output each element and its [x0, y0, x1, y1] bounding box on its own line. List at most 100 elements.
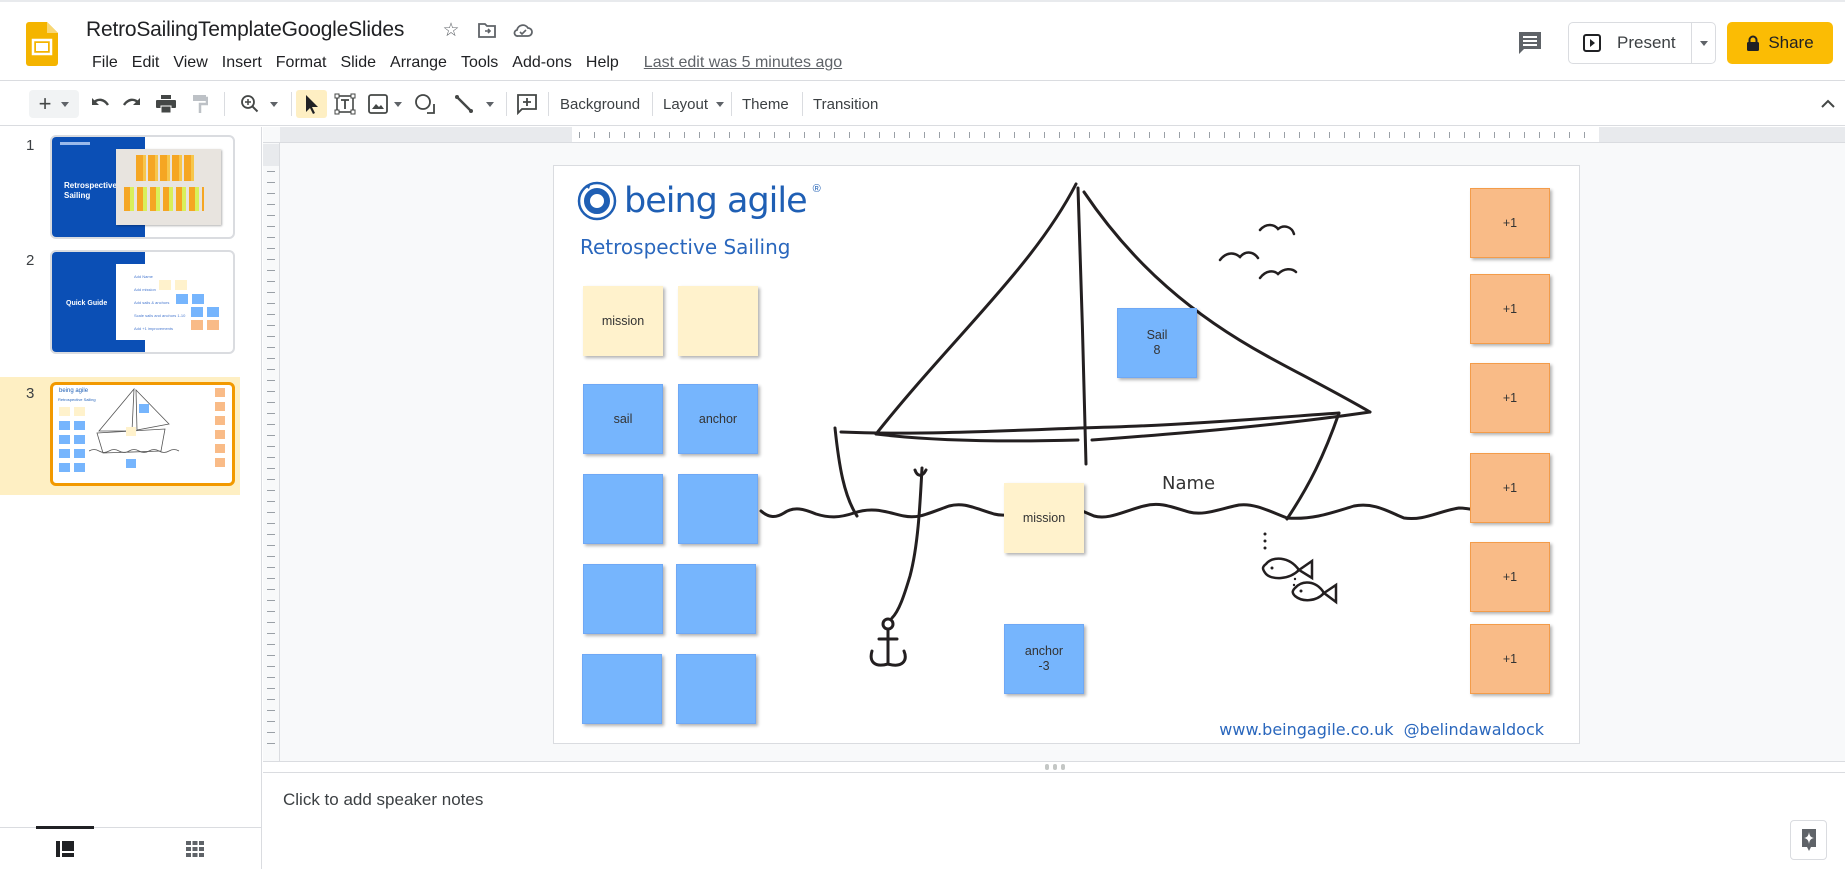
menu-arrange[interactable]: Arrange — [383, 52, 454, 74]
background-button[interactable]: Background — [556, 90, 644, 118]
chevron-down-icon — [716, 101, 725, 107]
menu-format[interactable]: Format — [269, 52, 334, 74]
fish-tail — [1296, 558, 1314, 581]
sticky-blank-yellow[interactable] — [678, 286, 758, 356]
slide-footer[interactable]: www.beingagile.co.uk @belindawaldock — [1219, 720, 1544, 739]
select-tool-button[interactable] — [296, 90, 327, 118]
cloud-saved-icon[interactable] — [512, 20, 534, 42]
sticky-blank-blue[interactable] — [582, 654, 662, 724]
sticky-anchor-template[interactable]: anchor — [678, 384, 758, 454]
present-play-icon — [1583, 34, 1601, 52]
bird — [1258, 223, 1296, 236]
sticky-plus-one[interactable]: +1 — [1470, 453, 1550, 523]
slide-filmstrip: 1 Retrospective Sailing 2 Quick Guide Ad… — [0, 127, 262, 869]
top-bar: RetroSailingTemplateGoogleSlides ☆ File … — [0, 0, 1845, 81]
boat-name-label[interactable]: Name — [1162, 473, 1215, 494]
insert-image-button[interactable] — [365, 90, 405, 118]
sticky-plus-one[interactable]: +1 — [1470, 624, 1550, 694]
star-icon[interactable]: ☆ — [440, 20, 462, 42]
sticky-mission-template[interactable]: mission — [583, 286, 663, 356]
zoom-icon — [241, 95, 259, 113]
explore-button[interactable] — [1790, 820, 1827, 860]
thumb-logo — [60, 142, 90, 145]
sticky-blank-blue[interactable] — [583, 474, 663, 544]
grid-view-tab[interactable] — [166, 828, 224, 870]
bird — [1258, 268, 1298, 280]
registered-mark: ® — [812, 183, 821, 195]
paint-format-button[interactable] — [188, 90, 212, 118]
thumb-boat-drawing — [89, 387, 180, 468]
sticky-plus-one[interactable]: +1 — [1470, 188, 1550, 258]
menu-edit[interactable]: Edit — [125, 52, 167, 74]
filmstrip-view-icon — [56, 840, 74, 857]
slide-number: 3 — [26, 385, 35, 402]
menu-add-ons[interactable]: Add-ons — [505, 52, 579, 74]
vertical-ruler[interactable] — [263, 127, 280, 761]
new-slide-button[interactable]: + — [29, 90, 79, 118]
sticky-blank-blue[interactable] — [678, 474, 758, 544]
last-edit-link[interactable]: Last edit was 5 minutes ago — [644, 52, 842, 74]
menu-view[interactable]: View — [166, 52, 214, 74]
menu-insert[interactable]: Insert — [215, 52, 269, 74]
line-button[interactable] — [450, 90, 498, 118]
google-slides-logo[interactable] — [26, 22, 58, 66]
transition-button[interactable]: Transition — [809, 90, 882, 118]
waves — [759, 500, 1496, 521]
slide-canvas[interactable]: being agile ® Retrospective Sailing miss… — [553, 165, 1580, 744]
sticky-mission-placed[interactable]: mission — [1004, 483, 1084, 553]
menu-help[interactable]: Help — [579, 52, 626, 74]
being-agile-logo: being agile ® — [576, 180, 821, 222]
slide-thumbnail-selected[interactable]: being agile Retrospective Sailing — [50, 382, 235, 486]
menu-tools[interactable]: Tools — [454, 52, 505, 74]
mast — [1076, 186, 1088, 466]
fish — [1261, 557, 1301, 580]
sticky-plus-one[interactable]: +1 — [1470, 542, 1550, 612]
menu-file[interactable]: File — [85, 52, 125, 74]
sticky-plus-one[interactable]: +1 — [1470, 274, 1550, 344]
sticky-sail-template[interactable]: sail — [583, 384, 663, 454]
share-button[interactable]: Share — [1727, 22, 1833, 64]
add-comment-button[interactable] — [514, 90, 540, 118]
filmstrip-view-tab[interactable] — [36, 826, 94, 868]
text-box-button[interactable] — [331, 90, 359, 118]
sticky-sail-8[interactable]: Sail 8 — [1117, 308, 1197, 378]
sticky-blank-blue[interactable] — [676, 564, 756, 634]
anchor-rope — [890, 466, 924, 620]
lock-icon — [1747, 35, 1760, 51]
thumb-photo — [116, 149, 221, 225]
layout-label: Layout — [663, 95, 709, 113]
sticky-blank-blue[interactable] — [583, 564, 663, 634]
slide-number: 1 — [26, 137, 35, 154]
chevron-down-icon — [1699, 40, 1708, 46]
redo-button[interactable] — [120, 90, 144, 118]
slide-thumbnail[interactable]: Quick Guide Add Name Add mission Add sai… — [50, 250, 235, 354]
document-title[interactable]: RetroSailingTemplateGoogleSlides — [86, 18, 404, 42]
sticky-plus-one[interactable]: +1 — [1470, 363, 1550, 433]
layout-button[interactable]: Layout — [659, 90, 725, 118]
brand-name: being agile — [624, 181, 808, 221]
move-to-folder-icon[interactable] — [476, 20, 498, 42]
sticky-blank-blue[interactable] — [676, 654, 756, 724]
present-options-dropdown[interactable] — [1692, 23, 1715, 63]
filmstrip-slide-2[interactable]: 2 Quick Guide Add Name Add mission Add s… — [0, 222, 240, 354]
theme-button[interactable]: Theme — [738, 90, 793, 118]
speaker-notes-area[interactable]: Click to add speaker notes — [263, 773, 1845, 869]
print-button[interactable] — [154, 90, 178, 118]
notes-resize-handle[interactable] — [263, 761, 1845, 773]
speaker-notes-placeholder[interactable]: Click to add speaker notes — [283, 790, 483, 810]
horizontal-ruler[interactable] — [280, 127, 1845, 143]
slide-number: 2 — [26, 252, 35, 269]
sticky-anchor-minus-3[interactable]: anchor -3 — [1004, 624, 1084, 694]
comment-history-icon[interactable] — [1516, 29, 1544, 57]
collapse-toolbar-button[interactable] — [1816, 90, 1840, 118]
present-button[interactable]: Present — [1569, 23, 1693, 63]
slide-subtitle[interactable]: Retrospective Sailing — [580, 235, 790, 259]
add-comment-icon — [517, 94, 537, 115]
undo-button[interactable] — [88, 90, 112, 118]
background-label: Background — [560, 95, 641, 113]
shape-button[interactable] — [412, 90, 438, 118]
filmstrip-slide-3[interactable]: 3 being agile Retrospective Sailing — [0, 377, 240, 495]
toolbar-divider — [731, 92, 732, 116]
zoom-button[interactable] — [235, 90, 283, 118]
menu-slide[interactable]: Slide — [333, 52, 383, 74]
